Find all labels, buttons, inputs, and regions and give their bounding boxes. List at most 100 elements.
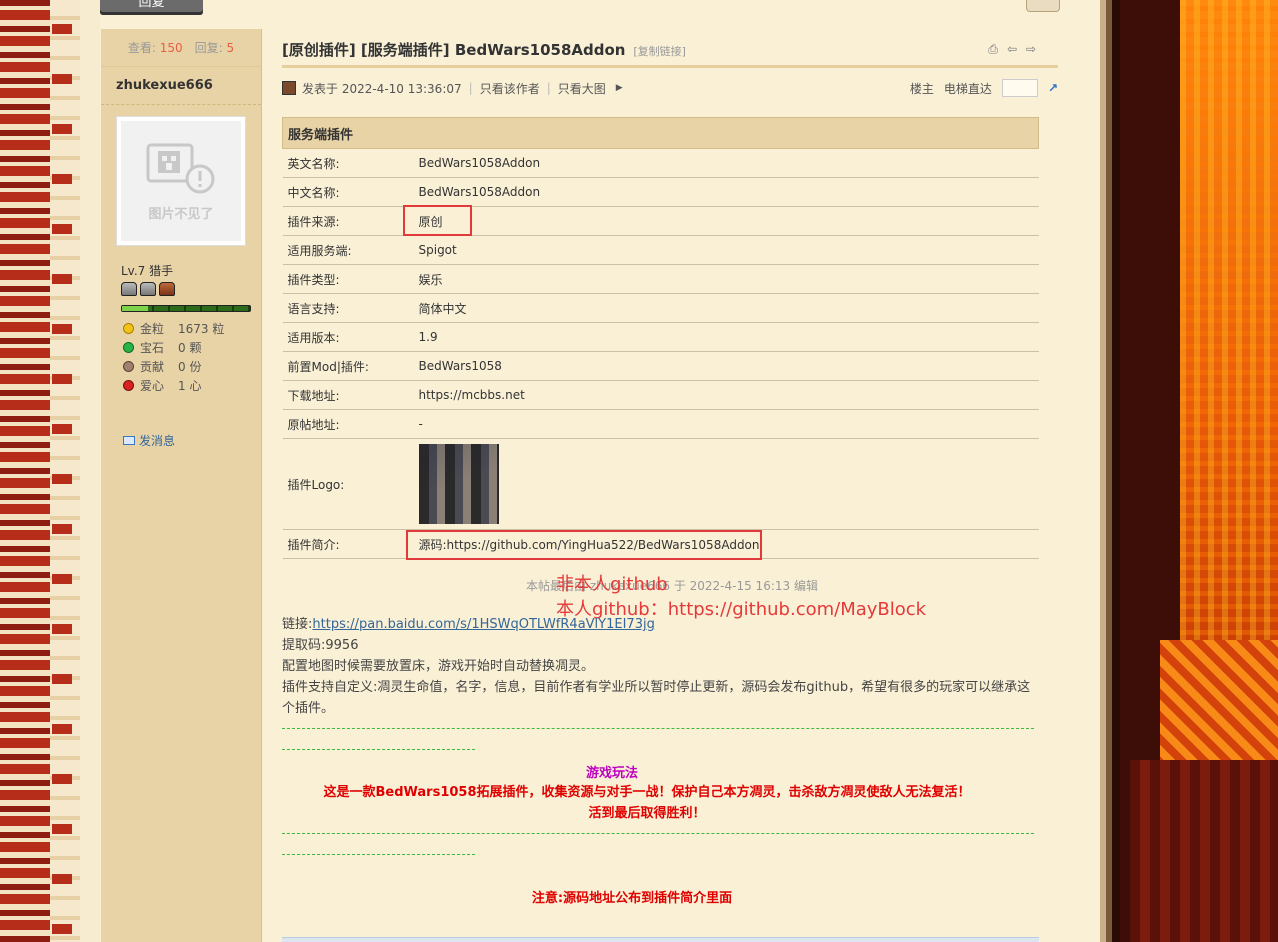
row-key: 语言支持:: [282, 293, 414, 323]
row-key: 原帖地址:: [282, 409, 414, 439]
post-title: [原创插件] [服务端插件] BedWars1058Addon: [282, 41, 626, 59]
replies-count: 5: [226, 41, 235, 55]
experience-bar: [121, 305, 251, 312]
scroll-icon[interactable]: [1026, 0, 1060, 12]
table-row: 前置Mod|插件: BedWars1058: [282, 351, 1039, 381]
user-level: Lv.7 猎手: [121, 264, 174, 278]
play-triangle-icon[interactable]: ▶: [616, 83, 623, 93]
thread-stats: 查看: 150 回复: 5: [101, 29, 261, 67]
next-thread-icon[interactable]: ⇨: [1024, 43, 1038, 55]
divider: [282, 728, 1034, 729]
row-key: 英文名称:: [282, 148, 414, 178]
source-notice: 注意:源码地址公布到插件简介里面: [531, 891, 733, 906]
row-key: 插件来源:: [282, 206, 414, 236]
broken-image-icon: [146, 143, 215, 193]
stat-gold: 金粒 1673 粒: [123, 320, 224, 337]
gameplay-description: 这是一款BedWars1058拓展插件，收集资源与对手一战！保护自己本方凋灵，击…: [323, 785, 971, 821]
replies-label: 回复:: [194, 41, 223, 55]
prev-thread-icon[interactable]: ⇦: [1005, 43, 1019, 55]
table-row: 英文名称: BedWars1058Addon: [282, 148, 1039, 178]
experience-fill: [122, 306, 148, 311]
copy-link[interactable]: [复制链接]: [633, 45, 686, 58]
plugin-logo-image[interactable]: [418, 444, 499, 524]
row-value: 原创: [413, 206, 1039, 236]
highlight-box-intro: [406, 530, 762, 560]
row-value: BedWars1058Addon: [413, 177, 1039, 207]
row-value: BedWars1058Addon: [413, 148, 1039, 178]
avatar-placeholder-text: 图片不见了: [148, 206, 214, 222]
annotation-not-my-github: 非本人github: [556, 574, 668, 595]
stat-contribution: 贡献 0 份: [123, 358, 201, 375]
row-key: 前置Mod|插件:: [282, 351, 414, 381]
post-message: 链接:https://pan.baidu.com/s/1HSWqOTLWfR4a…: [282, 614, 1042, 719]
chest-medal-icon[interactable]: [159, 282, 175, 296]
stat-heart: 爱心 1 心: [123, 377, 201, 394]
envelope-icon: [123, 436, 135, 445]
download-link[interactable]: https://pan.baidu.com/s/1HSWqOTLWfR4aVlY…: [312, 617, 654, 632]
row-value: 1.9: [413, 322, 1039, 352]
table-row: 插件Logo:: [282, 438, 1039, 530]
table-row: 下载地址: https://mcbbs.net: [282, 380, 1039, 410]
post-body: [原创插件] [服务端插件] BedWars1058Addon [复制链接] ⎙…: [262, 29, 1100, 942]
gold-nugget-icon: [123, 323, 134, 334]
custom-note: 插件支持自定义:凋灵生命值，名字，信息，目前作者有学业所以暂时停止更新，源码会发…: [282, 680, 1031, 716]
row-key: 适用版本:: [282, 322, 414, 352]
post-time: 发表于 2022-4-10 13:36:07: [302, 81, 462, 96]
table-row: 原帖地址: -: [282, 409, 1039, 439]
medal-row: [121, 282, 175, 296]
author-name[interactable]: zhukexue666: [101, 67, 261, 105]
table-row: 适用服务端: Spigot: [282, 235, 1039, 265]
floor-label: 楼主: [909, 81, 934, 96]
plugin-info-table: 服务端插件 英文名称: BedWars1058Addon 中文名称: BedWars1…: [282, 117, 1039, 559]
divider: [282, 833, 1034, 834]
table-row: 中文名称: BedWars1058Addon: [282, 177, 1039, 207]
row-key: 下载地址:: [282, 380, 414, 410]
row-key: 插件Logo:: [282, 438, 414, 530]
config-note: 配置地图时候需要放置床，游戏开始时自动替换凋灵。: [282, 659, 595, 674]
row-value: 娱乐: [413, 264, 1039, 294]
minecart-medal-icon[interactable]: [140, 282, 156, 296]
only-author-link[interactable]: 只看该作者: [480, 80, 540, 97]
stat-emerald: 宝石 0 颗: [123, 339, 201, 356]
row-key: 插件类型:: [282, 264, 414, 294]
row-value: -: [413, 409, 1039, 439]
only-images-link[interactable]: 只看大图: [558, 80, 606, 97]
elevator-label: 电梯直达: [943, 81, 992, 96]
minecart-medal-icon[interactable]: [121, 282, 137, 296]
table-heading: 服务端插件: [282, 117, 1039, 149]
row-key: 适用服务端:: [282, 235, 414, 265]
gameplay-title: 游戏玩法: [585, 766, 638, 781]
post-content-area: 回复 查看: 150 回复: 5 zhukexue666 图片不见了 Lv.7 …: [100, 0, 1100, 942]
post-meta: 发表于 2022-4-10 13:36:07 | 只看该作者 | 只看大图 ▶ …: [282, 77, 1058, 99]
divider: [282, 749, 475, 750]
right-lava-background: [1100, 0, 1278, 942]
reply-box-edge: [282, 937, 1039, 942]
post-header: [原创插件] [服务端插件] BedWars1058Addon [复制链接] ⎙…: [282, 38, 1058, 68]
table-row: 插件类型: 娱乐: [282, 264, 1039, 294]
heart-apple-icon: [123, 380, 134, 391]
emerald-icon: [123, 342, 134, 353]
table-row: 语言支持: 简体中文: [282, 293, 1039, 323]
reply-button[interactable]: 回复: [100, 0, 203, 15]
jump-arrow-icon[interactable]: ↗: [1048, 81, 1058, 95]
divider: [282, 854, 475, 855]
views-count: 150: [159, 41, 183, 55]
floor-jump-input[interactable]: [1001, 79, 1038, 97]
extraction-code: 提取码:9956: [282, 638, 359, 653]
print-icon[interactable]: ⎙: [986, 43, 1000, 55]
row-key: 插件简介:: [282, 529, 414, 559]
row-value: https://mcbbs.net: [413, 380, 1039, 410]
user-mini-icon: [282, 81, 296, 95]
row-value: BedWars1058: [413, 351, 1039, 381]
highlight-box-source: [403, 205, 472, 236]
views-label: 查看:: [127, 41, 156, 55]
row-value: 简体中文: [413, 293, 1039, 323]
row-key: 中文名称:: [282, 177, 414, 207]
table-row: 插件来源: 原创: [282, 206, 1039, 236]
avatar[interactable]: 图片不见了: [116, 116, 246, 246]
author-sidebar: 查看: 150 回复: 5 zhukexue666 图片不见了 Lv.7 猎手: [101, 29, 262, 942]
send-message-link[interactable]: 发消息: [123, 432, 175, 449]
contribution-icon: [123, 361, 134, 372]
row-value: Spigot: [413, 235, 1039, 265]
table-row: 适用版本: 1.9: [282, 322, 1039, 352]
